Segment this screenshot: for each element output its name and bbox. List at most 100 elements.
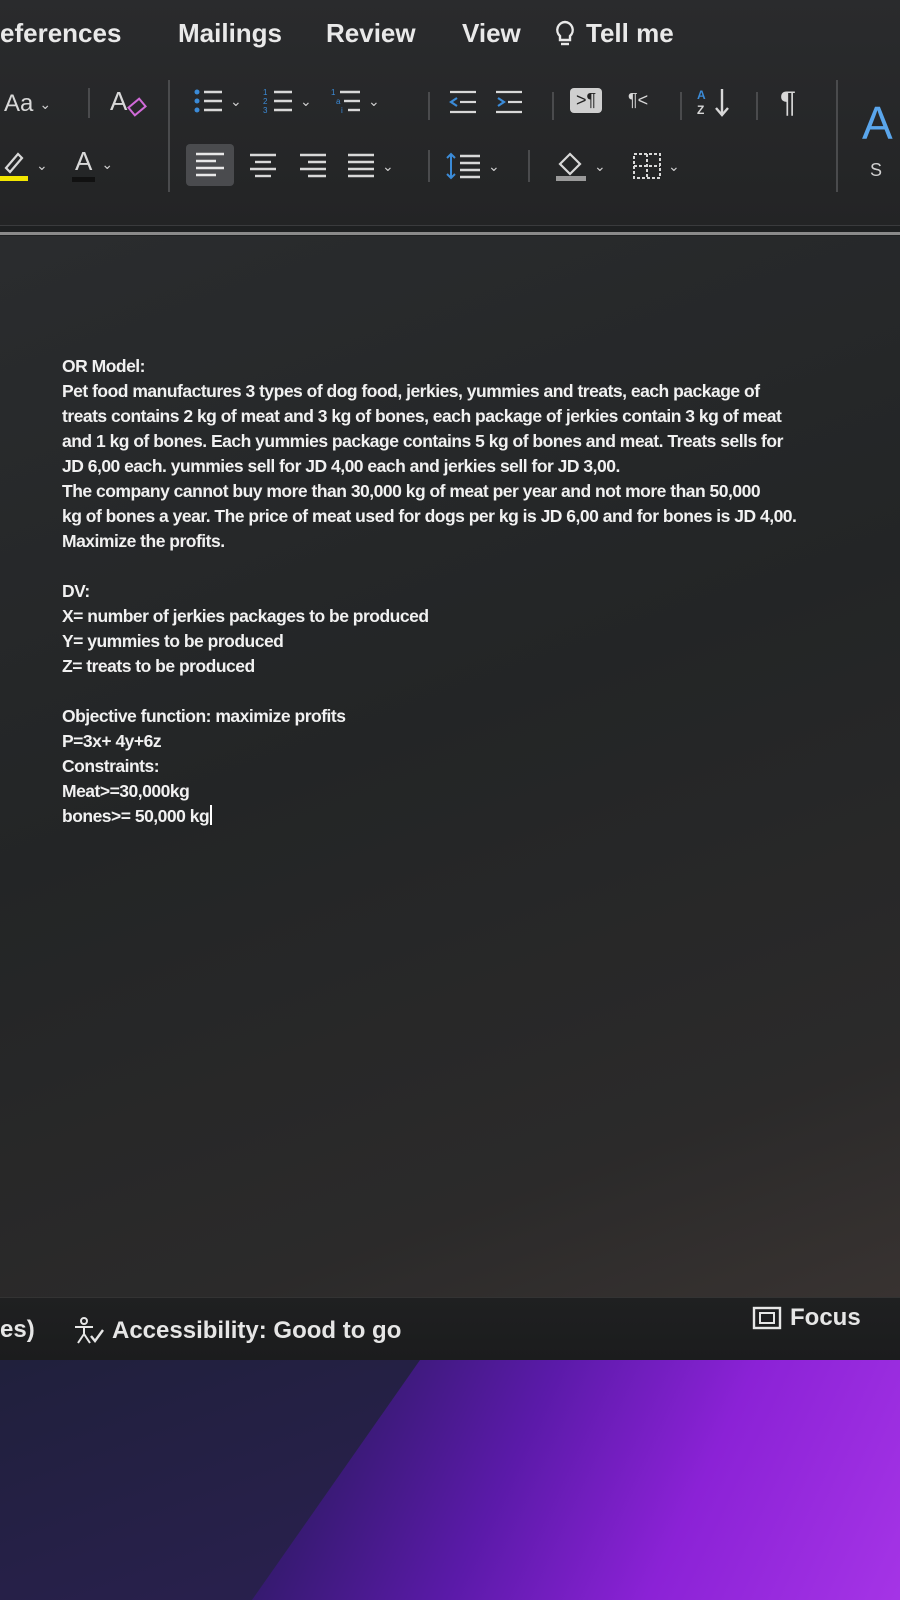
ribbon-toolbar: eferences Mailings Review View Tell me A… [0, 0, 900, 226]
problem-line: The company cannot buy more than 30,000 … [62, 481, 761, 501]
svg-text:3: 3 [263, 106, 268, 115]
ribbon-divider [680, 92, 682, 120]
objective-function: P=3x+ 4y+6z [62, 731, 162, 751]
chevron-down-icon: ⌄ [668, 157, 680, 174]
problem-line: JD 6,00 each. yummies sell for JD 4,00 e… [62, 456, 620, 476]
align-right-button[interactable] [298, 152, 328, 180]
dv-line: X= number of jerkies packages to be prod… [62, 606, 429, 626]
tab-mailings[interactable]: Mailings [178, 18, 282, 49]
dv-line: Z= treats to be produced [62, 656, 255, 676]
chevron-down-icon: ⌄ [101, 155, 114, 172]
text-cursor [210, 805, 213, 825]
ribbon-divider [88, 88, 90, 118]
svg-text:2: 2 [263, 97, 268, 106]
document-canvas[interactable]: OR Model: Pet food manufactures 3 types … [0, 236, 900, 1336]
highlight-color-button[interactable]: ⌄ [0, 148, 48, 182]
multilevel-list-icon: 1 a i [331, 88, 360, 115]
ribbon-divider [756, 92, 758, 120]
align-center-button[interactable] [248, 152, 278, 180]
ruler-line [0, 232, 900, 235]
problem-line: kg of bones a year. The price of meat us… [62, 506, 797, 526]
borders-icon [633, 153, 661, 179]
focus-label: Focus [790, 1304, 861, 1331]
svg-text:A: A [697, 88, 706, 102]
accessibility-label: Accessibility: Good to go [112, 1317, 402, 1344]
document-text[interactable]: OR Model: Pet food manufactures 3 types … [62, 354, 842, 829]
constraint-line-last: bones>= 50,000 kg [62, 804, 842, 829]
tab-references[interactable]: eferences [0, 18, 121, 49]
styles-pane-button[interactable]: A [862, 96, 893, 150]
problem-line: Pet food manufactures 3 types of dog foo… [62, 381, 760, 401]
accessibility-checker[interactable]: Accessibility: Good to go [72, 1316, 401, 1346]
line-spacing-icon [446, 152, 480, 180]
shading-button[interactable]: ⌄ [554, 150, 606, 182]
ribbon-divider [552, 92, 554, 120]
justify-button[interactable]: ⌄ [346, 152, 394, 180]
font-color-icon: A [72, 146, 96, 182]
line-spacing-button[interactable]: ⌄ [446, 152, 500, 180]
chevron-down-icon: ⌄ [300, 92, 312, 109]
increase-indent-icon [496, 90, 522, 114]
constraint-text: bones>= 50,000 kg [62, 806, 210, 826]
svg-text:A: A [110, 86, 128, 116]
chevron-down-icon: ⌄ [39, 95, 52, 112]
chevron-down-icon: ⌄ [36, 156, 48, 173]
decrease-indent-icon [449, 90, 476, 114]
align-center-icon [250, 153, 276, 178]
svg-text:Z: Z [697, 103, 704, 117]
change-case-button[interactable]: Aa ⌄ [4, 90, 51, 118]
justify-icon [348, 153, 374, 178]
show-formatting-marks-button[interactable]: ¶ [780, 86, 796, 120]
chevron-down-icon: ⌄ [368, 92, 380, 109]
svg-text:1: 1 [331, 88, 336, 97]
lightbulb-icon [556, 20, 574, 45]
change-case-icon: Aa [4, 90, 34, 117]
document-title: OR Model: [62, 356, 146, 376]
font-color-button[interactable]: A ⌄ [72, 146, 113, 182]
dv-line: Y= yummies to be produced [62, 631, 284, 651]
right-to-left-icon: ¶< [628, 90, 649, 110]
accessibility-icon [75, 1317, 104, 1344]
ltr-button[interactable]: >¶ [570, 88, 603, 113]
multilevel-list-button[interactable]: 1 a i ⌄ [330, 86, 380, 116]
styles-pane-label: S [870, 160, 883, 180]
status-bar: es) Accessibility: Good to go Focus [0, 1297, 900, 1360]
paint-bucket-icon [556, 152, 586, 181]
bullets-button[interactable]: ⌄ [192, 86, 242, 116]
problem-line: treats contains 2 kg of meat and 3 kg of… [62, 406, 782, 426]
ribbon-divider [168, 80, 170, 192]
highlighter-icon [0, 152, 28, 181]
align-right-icon [300, 153, 326, 178]
focus-button[interactable]: Focus [752, 1304, 861, 1332]
align-left-button[interactable] [186, 144, 234, 186]
chevron-down-icon: ⌄ [382, 157, 394, 174]
align-left-icon [186, 144, 234, 186]
chevron-down-icon: ⌄ [488, 157, 500, 174]
borders-button[interactable]: ⌄ [632, 152, 680, 180]
styles-icon: A [862, 97, 893, 149]
dv-heading: DV: [62, 581, 90, 601]
word-count-partial[interactable]: es) [0, 1316, 35, 1344]
objective-heading: Objective function: maximize profits [62, 706, 346, 726]
focus-mode-icon [752, 1306, 782, 1330]
tell-me-search[interactable]: Tell me [554, 18, 674, 49]
ribbon-divider [836, 80, 838, 192]
rtl-button[interactable]: ¶< [628, 90, 648, 111]
tab-view[interactable]: View [462, 18, 521, 49]
ribbon-divider [428, 92, 430, 120]
decrease-indent-button[interactable] [448, 88, 478, 116]
sort-button[interactable]: A Z [696, 86, 734, 118]
increase-indent-button[interactable] [494, 88, 524, 116]
clear-formatting-button[interactable]: A [108, 86, 148, 120]
svg-text:a: a [336, 97, 341, 106]
svg-text:i: i [341, 106, 343, 115]
numbering-button[interactable]: 1 2 3 ⌄ [262, 86, 312, 116]
svg-text:1: 1 [263, 88, 268, 97]
tell-me-label: Tell me [586, 18, 674, 48]
numbered-list-icon: 1 2 3 [263, 88, 292, 115]
chevron-down-icon: ⌄ [594, 157, 606, 174]
left-to-right-icon: >¶ [570, 88, 603, 113]
tab-review[interactable]: Review [326, 18, 416, 49]
